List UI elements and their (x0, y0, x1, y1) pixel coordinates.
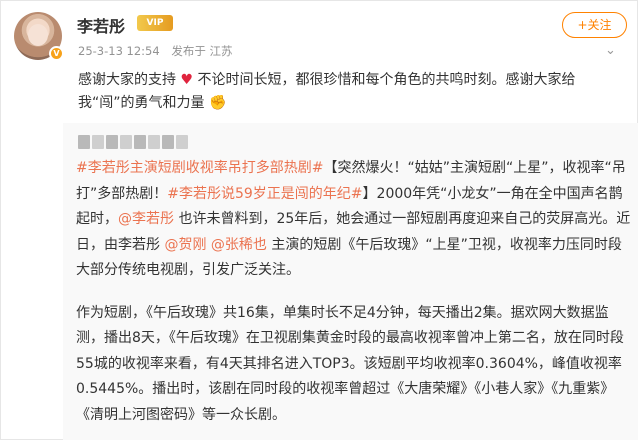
quoted-paragraph-2: 作为短剧，《午后玫瑰》共16集，单集时长不足4分钟，每天播出2集。据欢网大数据监… (76, 304, 624, 423)
post-meta: 25-3-13 12:54 发布于 江苏 (78, 43, 241, 59)
vip-badge[interactable]: VIP (137, 15, 173, 31)
fist-emoji-icon: ✊ (208, 95, 227, 111)
chevron-down-icon[interactable]: ⌄ (605, 43, 616, 58)
post-body: 感谢大家的支持 ♥ 不论时间长短，都很珍惜和每个角色的共鸣时刻。感谢大家给我“闯… (78, 69, 628, 115)
weibo-post-card: V 李若彤 VIP 25-3-13 12:54 发布于 江苏 +关注 ⌄ 感谢大… (0, 0, 638, 440)
quoted-paragraph-1: #李若彤主演短剧收视率吊打多部热剧#【突然爆火！“姑姑”主演短剧“上星”，收视率… (76, 156, 632, 284)
quoted-text: #李若彤主演短剧收视率吊打多部热剧#【突然爆火！“姑姑”主演短剧“上星”，收视率… (76, 156, 632, 428)
mention-link[interactable]: @贺刚 (164, 237, 206, 253)
follow-button[interactable]: +关注 (562, 12, 627, 38)
quoted-author-blurred[interactable] (78, 135, 188, 149)
post-timestamp[interactable]: 25-3-13 12:54 (78, 44, 160, 58)
hashtag-link[interactable]: #李若彤说59岁正是闯的年纪# (167, 186, 362, 202)
quoted-post[interactable]: #李若彤主演短剧收视率吊打多部热剧#【突然爆火！“姑姑”主演短剧“上星”，收视率… (63, 123, 638, 440)
username[interactable]: 李若彤 (77, 13, 125, 37)
post-source: 发布于 江苏 (171, 44, 233, 58)
mention-link[interactable]: @李若彤 (118, 211, 174, 227)
heart-icon: ♥ (180, 72, 194, 88)
post-text-part-1: 感谢大家的支持 (78, 72, 176, 88)
mention-link[interactable]: @张稀也 (211, 237, 267, 253)
hashtag-link[interactable]: #李若彤主演短剧收视率吊打多部热剧# (76, 160, 323, 176)
verified-badge: V (49, 46, 64, 61)
